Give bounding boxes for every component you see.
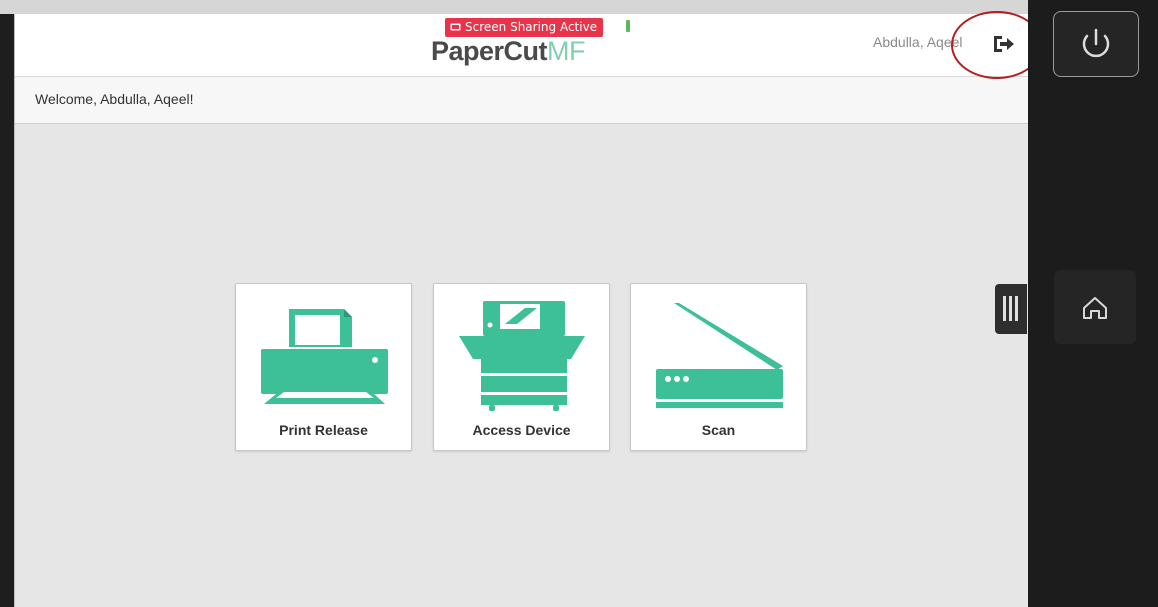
screen-share-icon: [450, 23, 461, 31]
power-icon: [1082, 28, 1110, 58]
home-button[interactable]: [1054, 270, 1136, 344]
device-bezel-top: [0, 0, 1028, 14]
tile-label: Print Release: [279, 422, 368, 438]
welcome-bar: Welcome, Abdulla, Aqeel!: [15, 77, 1028, 124]
print-release-tile[interactable]: Print Release: [235, 283, 412, 451]
tile-label: Scan: [701, 422, 736, 438]
logo-mark: [626, 20, 630, 32]
papercut-logo: PaperCutMF: [431, 34, 586, 68]
user-name: Abdulla, Aqeel: [873, 34, 963, 50]
device-screen: Screen Sharing Active PaperCutMF Abdulla…: [14, 14, 1028, 607]
power-button[interactable]: [1053, 11, 1139, 77]
logout-icon: [994, 36, 1014, 52]
tile-label: Access Device: [472, 422, 571, 438]
menu-handle-icon: [1009, 296, 1012, 321]
home-icon: [1083, 297, 1107, 319]
menu-handle-icon: [1003, 296, 1006, 321]
menu-handle[interactable]: [995, 284, 1027, 334]
header: Screen Sharing Active PaperCutMF Abdulla…: [15, 14, 1028, 77]
logo-text-suffix: MF: [547, 36, 586, 66]
access-device-tile[interactable]: Access Device: [433, 283, 610, 451]
welcome-message: Welcome, Abdulla, Aqeel!: [35, 91, 194, 107]
logo-text-main: PaperCut: [431, 36, 548, 66]
scan-tile[interactable]: Scan: [630, 283, 807, 451]
menu-handle-icon: [1015, 296, 1018, 321]
logout-button[interactable]: [987, 28, 1019, 58]
